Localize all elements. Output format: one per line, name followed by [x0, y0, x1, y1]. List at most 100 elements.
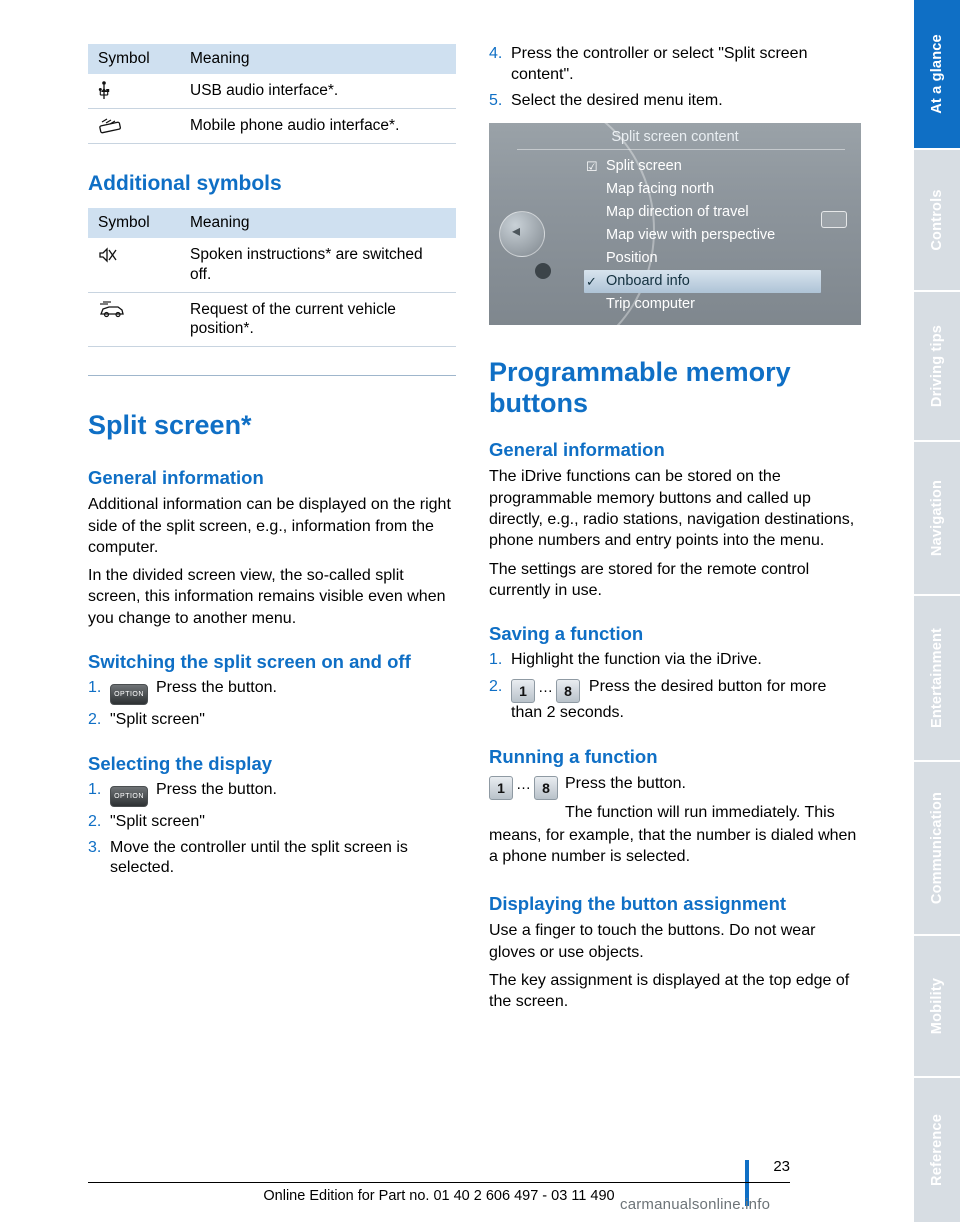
- left-column: Symbol Meaning USB audio interface*. Mob…: [88, 44, 456, 884]
- sidebar-item-entertainment[interactable]: Entertainment: [914, 596, 960, 760]
- running-line-1: 1… 8 Press the button.: [489, 773, 861, 800]
- table-cell-meaning: Request of the current vehicle position*…: [180, 292, 456, 348]
- menu-item[interactable]: Map direction of travel: [584, 201, 844, 224]
- heading-displaying-button-assignment: Displaying the button assignment: [489, 893, 787, 915]
- checkbox-icon: ☑: [586, 159, 598, 175]
- step-label: "Split screen": [110, 710, 205, 728]
- tab-label: Communication: [929, 791, 945, 905]
- sidebar-item-mobility[interactable]: Mobility: [914, 936, 960, 1076]
- heading-running-function: Running a function: [489, 745, 658, 767]
- tab-label: Controls: [929, 189, 945, 251]
- paragraph-general-info-2: In the divided screen view, the so-calle…: [88, 567, 446, 627]
- step-number: 2.: [489, 677, 503, 695]
- heading-general-information-right: General information: [489, 439, 665, 461]
- paragraph-display-assign-2: The key assignment is displayed at the t…: [489, 972, 850, 1011]
- tab-label: Entertainment: [929, 627, 945, 729]
- table-cell-meaning: Spoken instructions* are switched off.: [180, 237, 456, 293]
- manual-page: Symbol Meaning USB audio interface*. Mob…: [0, 0, 960, 1222]
- running-line-2: The function will run immediately. This: [489, 802, 861, 823]
- sidebar-item-communication[interactable]: Communication: [914, 762, 960, 934]
- tab-label: Mobility: [929, 977, 945, 1035]
- step-text: OPTION Press the button.: [110, 678, 456, 705]
- list-item: 1. OPTION Press the button.: [88, 780, 456, 807]
- menu-item-label: Position: [606, 250, 658, 267]
- paragraph-display-assign-1: Use a finger to touch the buttons. Do no…: [489, 922, 816, 961]
- step-number: 4.: [489, 45, 503, 62]
- idrive-screen-image: Split screen content ☑Split screen Map f…: [489, 123, 861, 326]
- sidebar-item-at-a-glance[interactable]: At a glance: [914, 0, 960, 148]
- footer-divider: [88, 1182, 790, 1183]
- heading-split-screen: Split screen*: [88, 410, 252, 441]
- memory-button-8-icon[interactable]: 8: [534, 775, 558, 800]
- sidebar-item-controls[interactable]: Controls: [914, 150, 960, 290]
- menu-item[interactable]: Position: [584, 247, 844, 270]
- step-number: 5.: [489, 91, 503, 109]
- menu-item[interactable]: Map facing north: [584, 178, 844, 201]
- paragraph-prog-general-2: The settings are stored for the remote c…: [489, 560, 810, 599]
- right-column: 4. Press the controller or select "Split…: [489, 44, 861, 1013]
- heading-saving-function: Saving a function: [489, 623, 644, 645]
- page-number: 23: [773, 1158, 790, 1175]
- table-header-row: Symbol Meaning: [88, 44, 456, 74]
- ellipsis-icon: …: [516, 775, 531, 793]
- running-text-2: The function will run immediately. This: [565, 803, 835, 821]
- sidebar-item-reference[interactable]: Reference: [914, 1078, 960, 1222]
- tab-label: At a glance: [929, 34, 945, 114]
- list-item: 2. 1… 8 Press the desired button for more…: [489, 677, 861, 724]
- step-label: Move the controller until the split scre…: [110, 838, 408, 877]
- step-number: 2.: [88, 710, 102, 728]
- step-label: Highlight the function via the iDrive.: [511, 651, 762, 669]
- step-label: "Split screen": [110, 812, 205, 830]
- option-button-icon[interactable]: OPTION: [110, 785, 148, 807]
- step-number: 1.: [489, 651, 503, 669]
- column-header-symbol: Symbol: [88, 44, 180, 74]
- menu-item[interactable]: ☑ Split screen: [584, 155, 844, 178]
- column-header-symbol: Symbol: [88, 207, 180, 238]
- sidebar-item-navigation[interactable]: Navigation: [914, 442, 960, 594]
- step-label: Press the controller or select "Split sc…: [511, 45, 808, 83]
- watermark: carmanualsonline.info: [620, 1196, 771, 1213]
- list-item: 1. OPTION Press the button.: [88, 678, 456, 705]
- menu-item[interactable]: Trip computer: [584, 293, 844, 316]
- sidebar-item-driving-tips[interactable]: Driving tips: [914, 292, 960, 440]
- table-cell-meaning: USB audio interface*.: [180, 74, 456, 109]
- list-item: 3. Move the controller until the split s…: [88, 838, 456, 880]
- menu-item[interactable]: Map view with perspective: [584, 224, 844, 247]
- usb-icon-svg: [98, 81, 110, 99]
- steps-top-right: 4. Press the controller or select "Split…: [489, 44, 861, 111]
- check-icon: ✓: [586, 274, 597, 290]
- menu-item-label: Map direction of travel: [606, 204, 749, 221]
- table-row: USB audio interface*.: [88, 74, 456, 109]
- step-label: Press the button.: [156, 780, 277, 798]
- table-row: Mobile phone audio interface*.: [88, 108, 456, 144]
- mobile-phone-audio-icon: [88, 108, 180, 144]
- step-label: Select the desired menu item.: [511, 91, 723, 109]
- running-text-1: Press the button.: [565, 774, 686, 792]
- list-item: 2. "Split screen": [88, 812, 456, 833]
- symbol-table-additional: Symbol Meaning Spoken instructions* are …: [88, 207, 456, 348]
- paragraph-general-info-1: Additional information can be displayed …: [88, 496, 451, 556]
- memory-button-1-icon[interactable]: 1: [489, 775, 513, 800]
- running-text-rest: means, for example, that the number is d…: [489, 826, 857, 866]
- menu-item-label: Map view with perspective: [606, 227, 776, 244]
- heading-programmable-memory-buttons: Programmable memory buttons: [489, 357, 791, 419]
- memory-button-8-icon[interactable]: 8: [556, 678, 580, 703]
- list-item: 2. "Split screen": [88, 710, 456, 731]
- tab-label: Reference: [929, 1114, 945, 1186]
- heading-switching-split-screen: Switching the split screen on and off: [88, 650, 411, 672]
- steps-selecting: 1. OPTION Press the button. 2. "Split scr…: [88, 780, 456, 879]
- paragraph-prog-general-1: The iDrive functions can be stored on th…: [489, 468, 855, 550]
- ellipsis-icon: …: [538, 678, 553, 696]
- list-item: 1. Highlight the function via the iDrive…: [489, 650, 861, 671]
- menu-item-selected[interactable]: ✓ Onboard info: [584, 270, 821, 294]
- usb-icon: [88, 74, 180, 109]
- menu-item-label: Split screen: [606, 158, 682, 175]
- section-tab-rail: At a glance Controls Driving tips Naviga…: [898, 0, 960, 1222]
- option-button-icon[interactable]: OPTION: [110, 683, 148, 705]
- speaker-muted-icon: [88, 237, 180, 293]
- step-label: Press the button.: [156, 678, 277, 696]
- memory-button-1-icon[interactable]: 1: [511, 678, 535, 703]
- menu-item-label: Onboard info: [606, 273, 690, 290]
- table-cell-meaning: Mobile phone audio interface*.: [180, 108, 456, 144]
- speaker-muted-icon-svg: [99, 247, 117, 263]
